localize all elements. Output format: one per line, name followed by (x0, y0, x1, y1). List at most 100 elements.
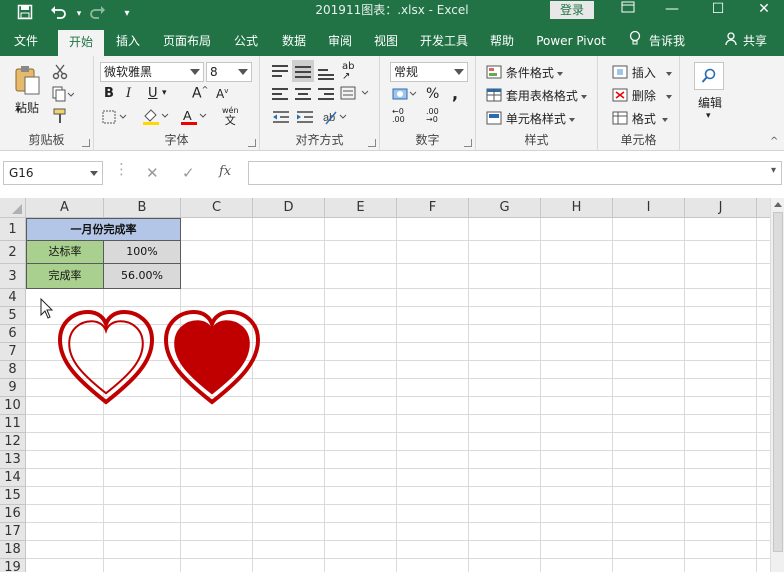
column-header-partial[interactable] (757, 198, 770, 218)
copy-icon[interactable] (52, 86, 75, 105)
percent-button[interactable]: % (426, 86, 439, 102)
column-header[interactable]: A (26, 198, 104, 218)
search-icon[interactable] (694, 62, 724, 90)
column-header[interactable]: C (181, 198, 253, 218)
clipboard-launcher-icon[interactable] (82, 139, 90, 147)
wrap-text-icon[interactable] (340, 85, 370, 104)
comma-button[interactable]: , (452, 84, 458, 103)
column-header[interactable]: I (613, 198, 685, 218)
target-label-cell[interactable]: 达标率 (26, 240, 104, 264)
insert-cells-button[interactable]: 插入 (612, 64, 672, 82)
column-header[interactable]: F (397, 198, 469, 218)
bold-button[interactable]: B (104, 86, 114, 101)
row-header[interactable]: 11 (0, 415, 26, 433)
row-header[interactable]: 15 (0, 487, 26, 505)
orientation-menu-icon[interactable]: ab (322, 108, 348, 129)
font-size-select[interactable]: 8 (206, 62, 252, 82)
formula-input[interactable]: ▾ (248, 161, 782, 185)
expand-formula-bar-icon[interactable]: ▾ (771, 165, 776, 176)
tab-view[interactable]: 视图 (366, 28, 406, 56)
scrollbar-thumb[interactable] (773, 212, 783, 552)
align-bottom-icon[interactable] (318, 64, 336, 80)
delete-cells-button[interactable]: 删除 (612, 87, 672, 105)
confirm-edit-icon[interactable]: ✓ (182, 164, 195, 182)
tab-home[interactable]: 开始 (58, 28, 104, 56)
column-header[interactable]: H (541, 198, 613, 218)
align-middle-icon[interactable] (292, 60, 314, 82)
row-header[interactable]: 3 (0, 264, 26, 289)
row-header[interactable]: 6 (0, 325, 26, 343)
row-header[interactable]: 19 (0, 559, 26, 572)
row-header[interactable]: 7 (0, 343, 26, 361)
select-all-corner[interactable] (0, 198, 26, 218)
tab-insert[interactable]: 插入 (108, 28, 148, 56)
format-as-table-button[interactable]: 套用表格格式 (486, 87, 587, 105)
borders-icon[interactable] (102, 110, 128, 127)
row-header[interactable]: 13 (0, 451, 26, 469)
row-header[interactable]: 10 (0, 397, 26, 415)
accounting-format-icon[interactable] (392, 86, 418, 105)
tab-file[interactable]: 文件 (6, 28, 46, 56)
row-header[interactable]: 1 (0, 218, 26, 241)
underline-dropdown-icon[interactable]: ▾ (162, 88, 167, 98)
font-launcher-icon[interactable] (248, 139, 256, 147)
minimize-button[interactable]: — (652, 0, 692, 20)
tell-me-search[interactable]: 告诉我 (622, 28, 692, 56)
editing-dropdown-icon[interactable]: ▾ (706, 111, 711, 121)
column-header[interactable]: E (325, 198, 397, 218)
row-header[interactable]: 5 (0, 307, 26, 325)
customize-toolbar-icon[interactable]: ▾ (116, 4, 138, 24)
decrease-indent-icon[interactable] (272, 110, 290, 127)
tab-power-pivot[interactable]: Power Pivot (530, 28, 612, 56)
share-button[interactable]: 共享 (718, 28, 774, 56)
align-right-icon[interactable] (318, 86, 336, 102)
tab-data[interactable]: 数据 (274, 28, 314, 56)
row-header[interactable]: 18 (0, 541, 26, 559)
align-left-icon[interactable] (272, 86, 290, 102)
number-format-select[interactable]: 常规 (390, 62, 468, 82)
decrease-decimal-button[interactable]: .00 →0 (426, 108, 452, 124)
font-name-select[interactable]: 微软雅黑 (100, 62, 204, 82)
undo-icon[interactable] (48, 4, 70, 24)
cancel-edit-icon[interactable]: ✕ (146, 164, 159, 182)
fill-color-icon[interactable] (142, 108, 170, 129)
row-header[interactable]: 8 (0, 361, 26, 379)
redo-icon[interactable] (86, 4, 108, 24)
row-header[interactable]: 2 (0, 241, 26, 264)
row-header[interactable]: 16 (0, 505, 26, 523)
format-painter-icon[interactable] (52, 108, 68, 127)
login-button[interactable]: 登录 (550, 1, 594, 19)
align-center-icon[interactable] (295, 86, 313, 102)
row-header[interactable]: 4 (0, 289, 26, 307)
shrink-font-button[interactable]: Av (216, 87, 228, 101)
increase-indent-icon[interactable] (296, 110, 314, 127)
target-value-cell[interactable]: 100% (103, 240, 181, 264)
column-header[interactable]: J (685, 198, 757, 218)
orientation-icon[interactable]: ab ↗ (342, 62, 354, 82)
tab-developer[interactable]: 开发工具 (412, 28, 476, 56)
underline-button[interactable]: U (148, 86, 158, 101)
column-header[interactable]: D (253, 198, 325, 218)
maximize-button[interactable]: ☐ (698, 0, 738, 20)
grow-font-button[interactable]: A^ (192, 85, 208, 102)
phonetic-button[interactable]: wén 文 (222, 106, 239, 126)
row-header[interactable]: 14 (0, 469, 26, 487)
formula-bar-grip-icon[interactable]: ⋮ (114, 160, 129, 178)
paste-dropdown-icon[interactable]: ▾ (16, 106, 21, 116)
actual-label-cell[interactable]: 完成率 (26, 263, 104, 289)
close-button[interactable]: ✕ (744, 0, 784, 20)
insert-function-icon[interactable]: fx (219, 164, 231, 179)
name-box[interactable]: G16 (3, 161, 103, 185)
row-header[interactable]: 9 (0, 379, 26, 397)
number-launcher-icon[interactable] (464, 139, 472, 147)
column-header[interactable]: B (104, 198, 181, 218)
tab-formulas[interactable]: 公式 (226, 28, 266, 56)
alignment-launcher-icon[interactable] (368, 139, 376, 147)
conditional-formatting-button[interactable]: 条件格式 (486, 64, 563, 82)
format-cells-button[interactable]: 格式 (612, 110, 668, 128)
italic-button[interactable]: I (126, 86, 131, 101)
save-icon[interactable] (14, 4, 36, 24)
row-header[interactable]: 17 (0, 523, 26, 541)
align-top-icon[interactable] (272, 64, 290, 80)
collapse-ribbon-icon[interactable]: ^ (770, 136, 778, 147)
